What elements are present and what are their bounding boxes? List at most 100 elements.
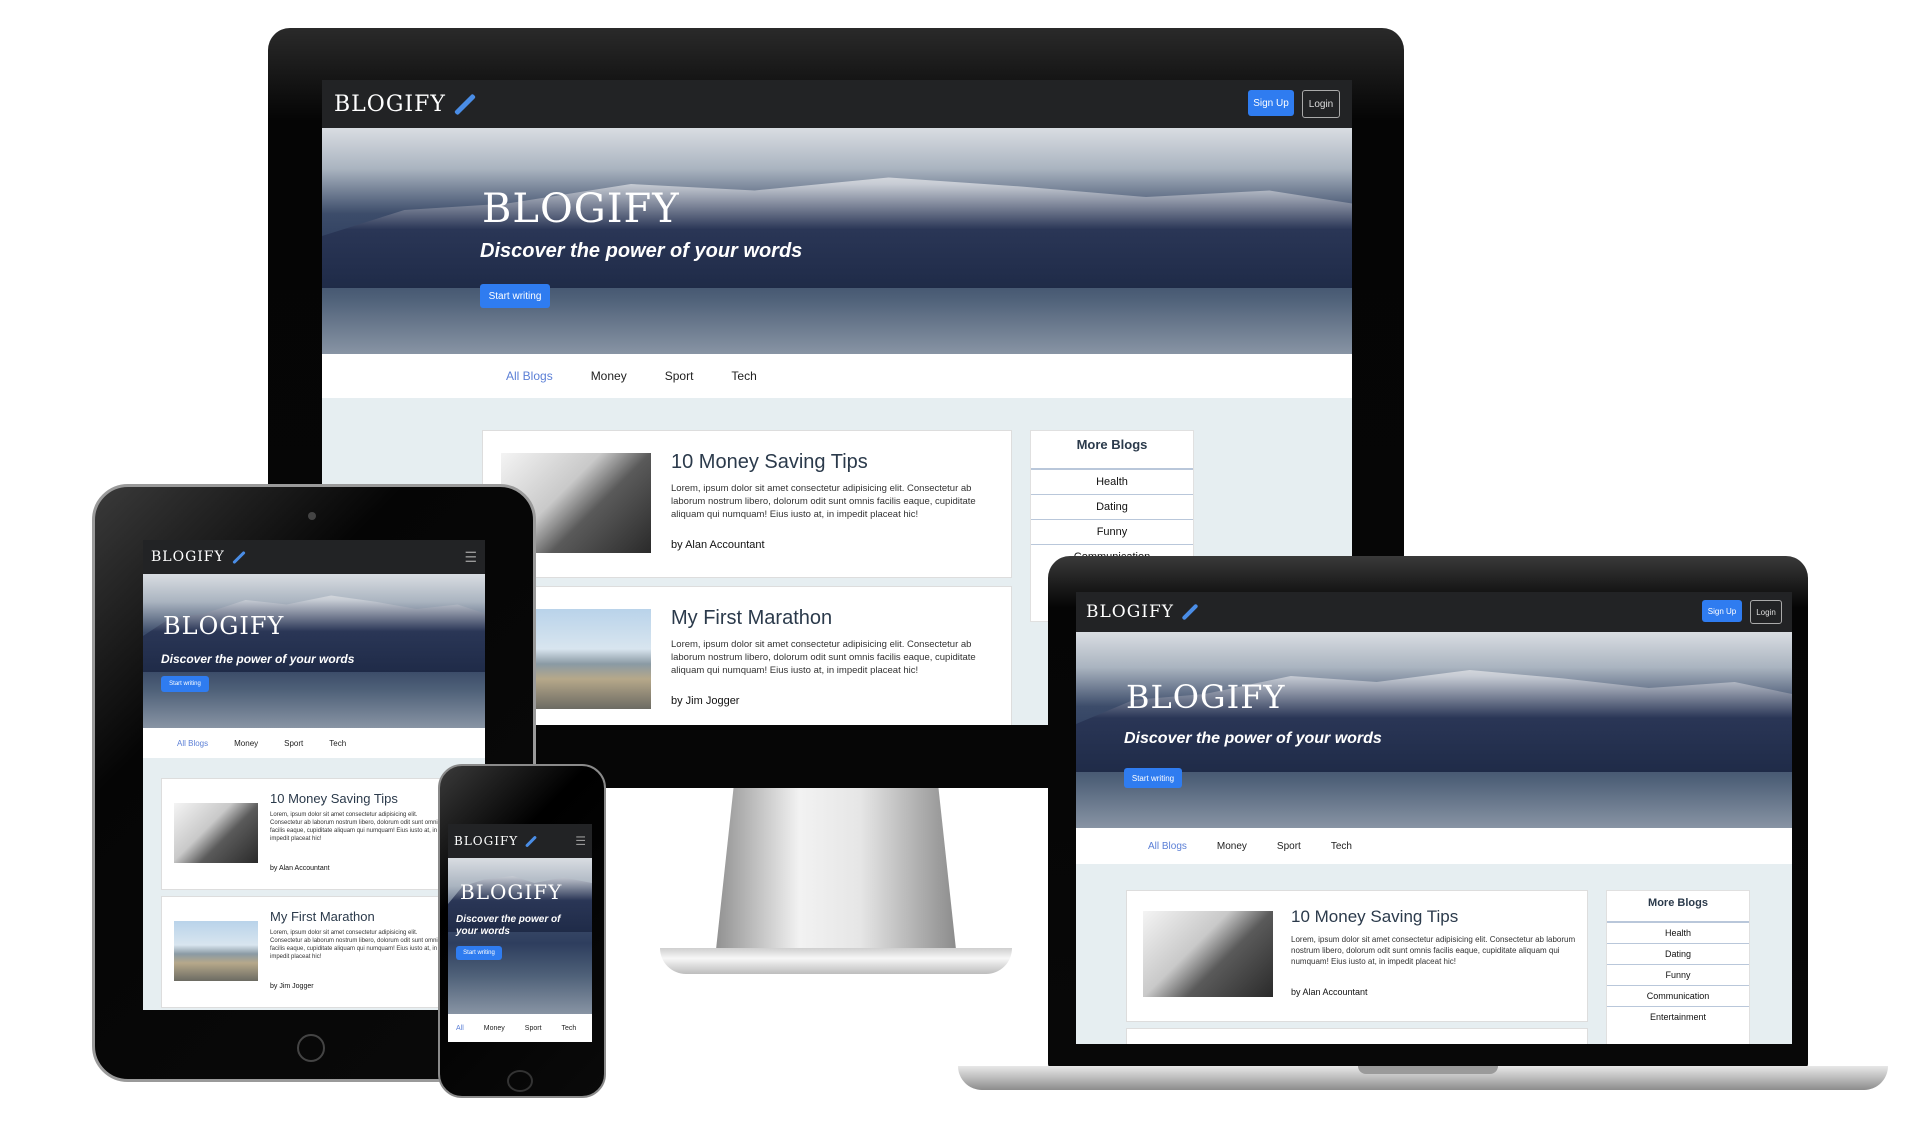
hamburger-menu-icon[interactable]: ☰ — [575, 834, 586, 848]
hero-banner: BLOGIFY Discover the power of your words… — [143, 574, 485, 728]
tab-tech[interactable]: Tech — [731, 369, 756, 383]
login-button[interactable]: Login — [1302, 90, 1340, 118]
hero-subtitle: Discover the power of your words — [480, 240, 803, 262]
sidebar-item-health[interactable]: Health — [1031, 468, 1193, 494]
brand-logo[interactable]: BLOGIFY — [151, 549, 247, 565]
brand-name: BLOGIFY — [454, 834, 519, 848]
sidebar-item-health[interactable]: Health — [1607, 921, 1749, 943]
brand-name: BLOGIFY — [151, 549, 225, 565]
pencil-icon — [232, 550, 246, 564]
hero-title: BLOGIFY — [460, 880, 563, 904]
tab-tech[interactable]: Tech — [1331, 841, 1352, 852]
tab-money[interactable]: Money — [484, 1025, 505, 1032]
post-excerpt: Lorem, ipsum dolor sit amet consectetur … — [671, 483, 976, 520]
phone-home-button — [507, 1070, 533, 1092]
brand-logo[interactable]: BLOGIFY — [334, 92, 478, 117]
hero-banner: BLOGIFY Discover the power of your words… — [1076, 632, 1792, 828]
navbar: BLOGIFY Sign Up Login — [322, 80, 1352, 128]
post-card[interactable]: 10 Money Saving Tips Lorem, ipsum dolor … — [161, 778, 463, 890]
brand-logo[interactable]: BLOGIFY — [454, 834, 538, 848]
hero-title: BLOGIFY — [1126, 678, 1286, 716]
post-title[interactable]: My First Marathon — [270, 909, 375, 924]
hero-subtitle: Discover the power of your words — [456, 914, 561, 937]
post-title[interactable]: 10 Money Saving Tips — [270, 791, 398, 806]
navbar: BLOGIFY ☰ — [448, 824, 592, 858]
hero-title: BLOGIFY — [163, 612, 285, 640]
hero-title: BLOGIFY — [482, 186, 680, 232]
tab-tech[interactable]: Tech — [562, 1025, 577, 1032]
sidebar-item-entertainment[interactable]: Entertainment — [1607, 1006, 1749, 1027]
post-excerpt: Lorem, ipsum dolor sit amet consectetur … — [671, 639, 976, 676]
sidebar-title: More Blogs — [1076, 437, 1148, 452]
post-card[interactable]: My First Marathon Lorem, ipsum dolor sit… — [482, 586, 1012, 725]
pencil-icon — [525, 834, 538, 848]
tablet-home-button — [297, 1034, 325, 1062]
tab-money[interactable]: Money — [1217, 841, 1247, 852]
tab-sport[interactable]: Sport — [1277, 841, 1301, 852]
tab-sport[interactable]: Sport — [665, 369, 694, 383]
hero-banner: BLOGIFY Discover the power of your words… — [448, 858, 592, 1014]
brand-name: BLOGIFY — [1086, 602, 1175, 622]
tablet-screen: BLOGIFY ☰ BLOGIFY Discover the power of … — [143, 540, 485, 1010]
post-excerpt: Lorem, ipsum dolor sit amet consectetur … — [270, 812, 441, 843]
post-thumbnail — [535, 609, 651, 709]
post-title[interactable]: My First Marathon — [671, 607, 832, 630]
post-title[interactable]: 10 Money Saving Tips — [1291, 907, 1458, 927]
category-tabs: All Blogs Money Sport Tech — [143, 728, 485, 758]
hero-subtitle: Discover the power of your words — [161, 652, 355, 666]
hamburger-menu-icon[interactable]: ☰ — [464, 549, 477, 566]
hero-banner: BLOGIFY Discover the power of your words… — [322, 128, 1352, 354]
post-card[interactable]: 10 Money Saving Tips Lorem, ipsum dolor … — [1126, 890, 1588, 1022]
tab-tech[interactable]: Tech — [329, 739, 346, 748]
post-thumbnail — [1143, 911, 1273, 997]
sidebar-item-dating[interactable]: Dating — [1031, 494, 1193, 519]
sidebar-title: More Blogs — [1648, 897, 1708, 909]
post-author: by Jim Jogger — [270, 983, 314, 990]
tab-money[interactable]: Money — [591, 369, 627, 383]
signup-button[interactable]: Sign Up — [1248, 90, 1294, 116]
tablet-camera — [308, 512, 316, 520]
login-button[interactable]: Login — [1750, 600, 1782, 624]
tab-all-blogs[interactable]: All Blogs — [506, 369, 553, 383]
sidebar-item-dating[interactable]: Dating — [1607, 943, 1749, 964]
sidebar-item-funny[interactable]: Funny — [1607, 964, 1749, 985]
mountain-image — [322, 177, 1352, 288]
pencil-icon — [453, 93, 476, 115]
category-tabs: All Blogs Money Sport Tech — [322, 354, 1352, 398]
tab-money[interactable]: Money — [234, 739, 258, 748]
sidebar-item-communication[interactable]: Communication — [1607, 985, 1749, 1006]
post-card[interactable]: My First Marathon Lorem, ipsum dolor sit… — [161, 896, 463, 1008]
monitor-stand — [714, 788, 958, 968]
sidebar-item-funny[interactable]: Funny — [1031, 519, 1193, 544]
category-tabs: All Blogs Money Sport Tech — [1076, 828, 1792, 864]
post-author: by Alan Accountant — [1291, 987, 1368, 997]
post-card[interactable] — [1126, 1028, 1588, 1044]
start-writing-button[interactable]: Start writing — [161, 676, 209, 692]
post-title[interactable]: 10 Money Saving Tips — [671, 451, 868, 474]
post-thumbnail — [174, 803, 258, 863]
tab-all-blogs[interactable]: All Blogs — [177, 739, 208, 748]
start-writing-button[interactable]: Start writing — [456, 946, 502, 960]
category-tabs: All Money Sport Tech — [448, 1014, 592, 1042]
brand-logo[interactable]: BLOGIFY — [1086, 602, 1200, 622]
tab-sport[interactable]: Sport — [525, 1025, 542, 1032]
tab-all-blogs[interactable]: All Blogs — [1148, 841, 1187, 852]
post-author: by Jim Jogger — [671, 695, 740, 707]
start-writing-button[interactable]: Start writing — [1124, 768, 1182, 788]
navbar: BLOGIFY Sign Up Login — [1076, 592, 1792, 632]
post-author: by Alan Accountant — [671, 539, 765, 551]
hero-subtitle: Discover the power of your words — [1124, 730, 1382, 747]
tab-sport[interactable]: Sport — [284, 739, 303, 748]
start-writing-button[interactable]: Start writing — [480, 284, 550, 308]
tab-all[interactable]: All — [456, 1025, 464, 1032]
monitor-stand-base — [660, 948, 1012, 974]
post-excerpt: Lorem, ipsum dolor sit amet consectetur … — [270, 930, 441, 961]
phone-screen: BLOGIFY ☰ BLOGIFY Discover the power of … — [448, 824, 592, 1042]
more-blogs-sidebar: More Blogs Health Dating Funny Communica… — [1606, 890, 1750, 1044]
laptop-screen: BLOGIFY Sign Up Login BLOGIFY Discover t… — [1076, 592, 1792, 1044]
navbar: BLOGIFY ☰ — [143, 540, 485, 574]
laptop-notch — [1358, 1066, 1498, 1074]
post-card[interactable]: 10 Money Saving Tips Lorem, ipsum dolor … — [482, 430, 1012, 578]
signup-button[interactable]: Sign Up — [1702, 600, 1742, 622]
brand-name: BLOGIFY — [334, 91, 446, 117]
